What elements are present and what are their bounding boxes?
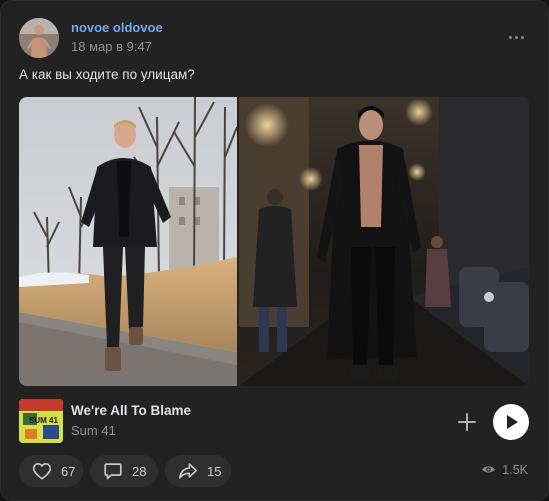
comment-button[interactable]: 28 [90,455,158,487]
heart-icon [32,463,52,480]
views-counter: 1.5K [481,462,528,477]
views-count: 1.5K [502,462,528,477]
author-name[interactable]: novoe oldovoe [71,20,163,35]
eye-icon [482,466,496,473]
album-cover-text: SUM 41 [29,416,58,425]
photo-image [239,97,529,386]
post-text: А как вы ходите по улицам? [19,67,195,82]
like-button[interactable]: 67 [19,455,83,487]
play-button[interactable] [493,404,529,440]
more-icon-dot [520,35,524,39]
post-photo-1[interactable] [19,97,237,386]
track-artist[interactable]: Sum 41 [71,423,116,438]
play-icon [507,415,518,429]
more-icon-dot [514,35,518,39]
author-avatar[interactable] [19,18,59,58]
comment-icon [104,463,122,480]
album-cover[interactable]: SUM 41 [19,399,63,443]
track-title[interactable]: We're All To Blame [71,403,191,418]
comment-count: 28 [132,463,147,479]
post-timestamp[interactable]: 18 мар в 9:47 [71,39,152,54]
post-photo-2[interactable] [239,97,529,386]
share-icon [178,463,198,479]
like-count: 67 [61,463,76,479]
share-button[interactable]: 15 [165,455,231,487]
add-track-button[interactable] [456,411,478,433]
more-icon [508,35,512,39]
photo-image [19,97,237,386]
share-count: 15 [207,463,222,479]
post-card: novoe oldovoe 18 мар в 9:47 А как вы ход… [0,0,549,501]
more-options-button[interactable] [506,29,526,45]
